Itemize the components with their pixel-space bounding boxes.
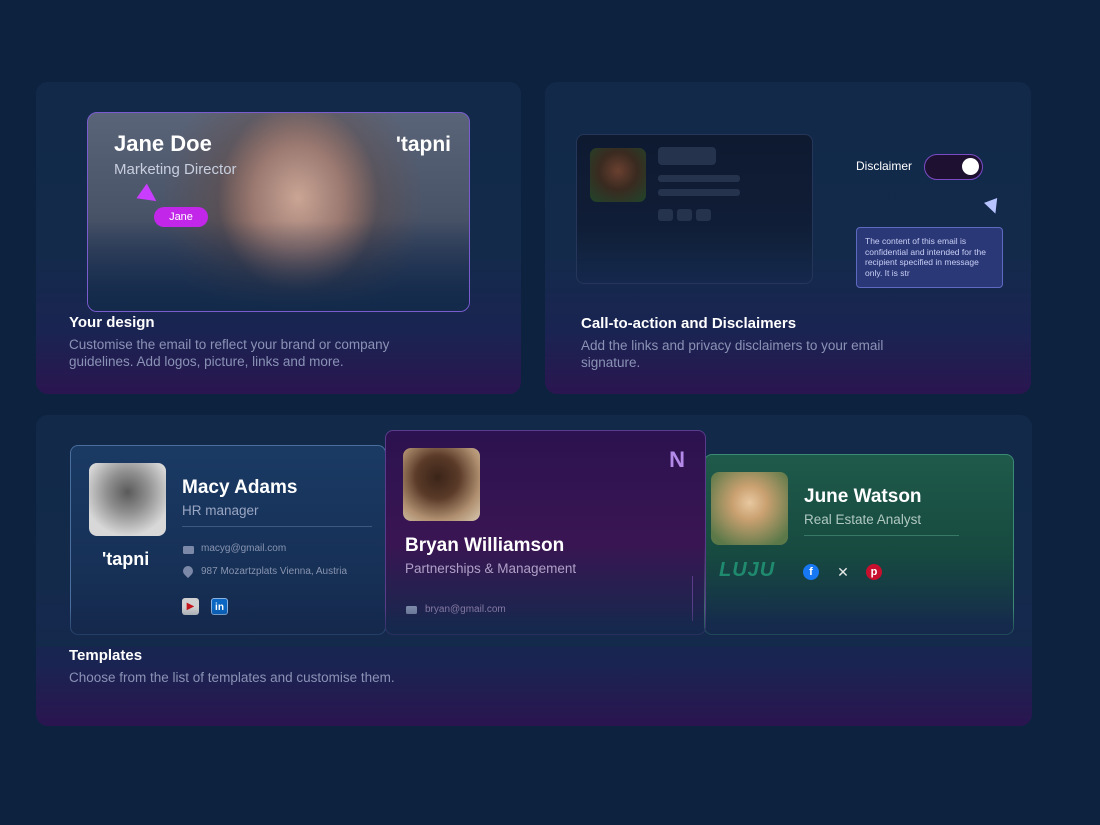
tapni-logo: 'tapni: [102, 549, 150, 569]
card-role: Marketing Director: [114, 161, 237, 178]
divider: [804, 535, 959, 536]
avatar: [711, 472, 788, 545]
n-logo: N: [669, 447, 685, 472]
cta-disclaimers-panel: Disclaimer The content of this email is …: [545, 82, 1031, 394]
card-name: Bryan Williamson: [405, 535, 565, 556]
disclaimer-label: Disclaimer: [856, 159, 913, 173]
card-role: HR manager: [182, 503, 259, 518]
pinterest-icon[interactable]: p: [866, 564, 882, 580]
card-role: Partnerships & Management: [405, 561, 577, 576]
cards-fade: [36, 607, 1032, 647]
panel-description: Choose from the list of templates and cu…: [69, 670, 395, 685]
placeholder-bar: [658, 147, 716, 165]
placeholder-icon: [696, 209, 711, 221]
disclaimer-text-box[interactable]: The content of this email is confidentia…: [856, 227, 1003, 288]
avatar: [590, 148, 646, 202]
avatar: [89, 463, 166, 536]
cursor-name-tag: Jane: [154, 207, 208, 227]
signature-preview-card: [576, 134, 813, 284]
your-design-panel: Jane Doe Marketing Director 'tapni Jane …: [36, 82, 521, 394]
card-name: Macy Adams: [182, 477, 298, 498]
toggle-knob: [962, 158, 979, 175]
placeholder-icon: [677, 209, 692, 221]
panel-title: Call-to-action and Disclaimers: [581, 315, 797, 332]
card-fade: [88, 221, 469, 311]
tapni-logo: 'tapni: [395, 133, 451, 156]
divider: [182, 526, 372, 527]
placeholder-bar: [658, 175, 740, 182]
templates-panel: Macy Adams HR manager 'tapni macyg@gmail…: [36, 415, 1032, 726]
panel-title: Templates: [69, 647, 143, 664]
cursor-icon: [136, 183, 162, 209]
placeholder-icon: [658, 209, 673, 221]
disclaimer-toggle[interactable]: [924, 154, 983, 180]
facebook-icon[interactable]: f: [803, 564, 819, 580]
card-name: June Watson: [804, 486, 922, 507]
panel-title: Your design: [69, 314, 155, 331]
x-icon[interactable]: ✕: [835, 564, 851, 580]
panel-description: Customise the email to reflect your bran…: [69, 337, 390, 369]
cursor-icon: [984, 198, 1002, 216]
location-icon: [180, 563, 196, 579]
card-email: macyg@gmail.com: [201, 543, 287, 554]
card-address: 987 Mozartzplats Vienna, Austria: [201, 566, 348, 577]
design-preview-card: Jane Doe Marketing Director 'tapni Jane: [87, 112, 470, 312]
avatar: [403, 448, 480, 521]
mail-icon: [183, 546, 194, 554]
card-name: Jane Doe: [114, 131, 212, 156]
template-card-bryan[interactable]: N Bryan Williamson Partnerships & Manage…: [385, 430, 706, 635]
placeholder-bar: [658, 189, 740, 196]
luju-logo: LUJU: [719, 559, 776, 581]
card-role: Real Estate Analyst: [804, 512, 922, 527]
panel-description: Add the links and privacy disclaimers to…: [581, 338, 884, 370]
